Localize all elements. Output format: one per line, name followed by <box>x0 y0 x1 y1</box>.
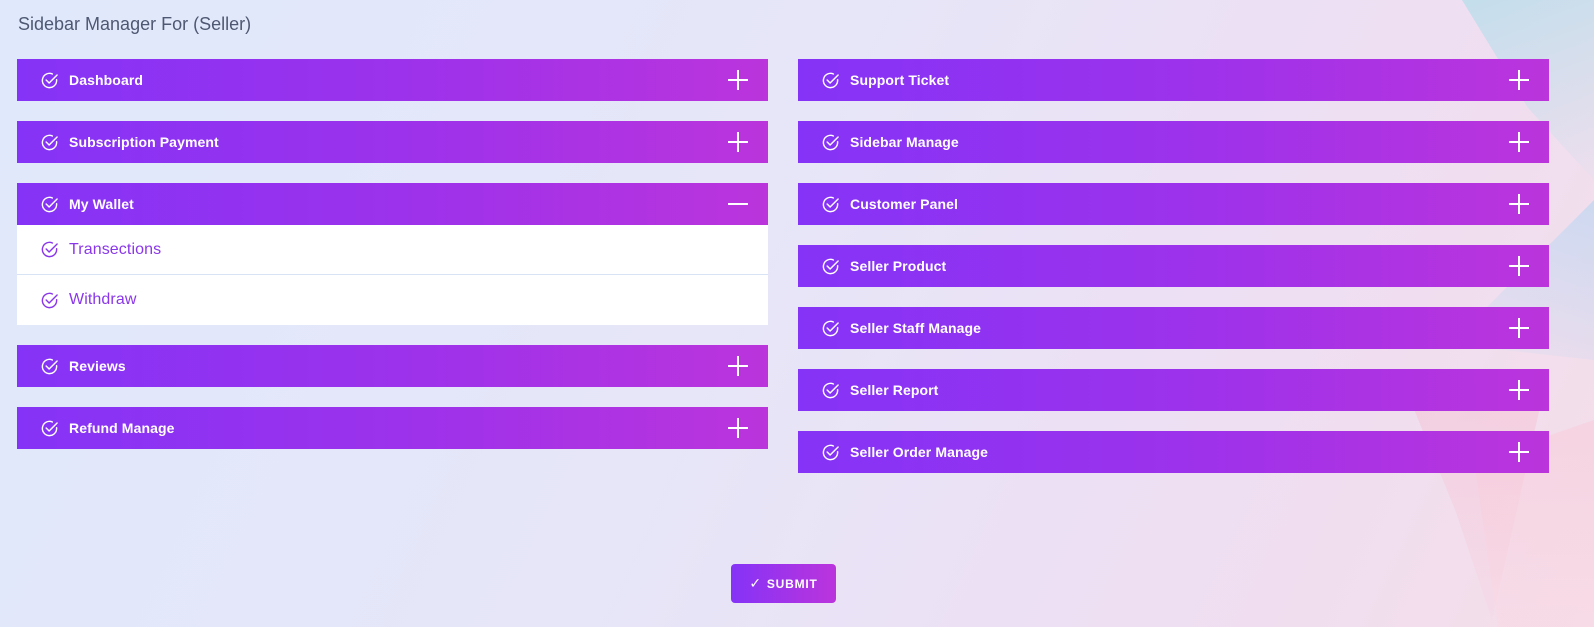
panel-seller-staff-manage: Seller Staff Manage <box>798 307 1549 349</box>
panel-label: My Wallet <box>69 196 134 212</box>
check-circle-icon[interactable] <box>821 443 840 462</box>
panel-customer-panel: Customer Panel <box>798 183 1549 225</box>
sub-item-transections[interactable]: Transections <box>17 225 768 275</box>
check-circle-icon[interactable] <box>821 71 840 90</box>
check-circle-icon[interactable] <box>40 240 59 259</box>
check-circle-icon[interactable] <box>821 257 840 276</box>
panel-header-seller-order-manage[interactable]: Seller Order Manage <box>798 431 1549 473</box>
panel-body-my-wallet: Transections Withdraw <box>17 225 768 325</box>
check-circle-icon[interactable] <box>40 419 59 438</box>
panel-seller-order-manage: Seller Order Manage <box>798 431 1549 473</box>
panel-header-dashboard[interactable]: Dashboard <box>17 59 768 101</box>
left-panel-column: Dashboard Subscription Payment My Wallet… <box>17 59 768 469</box>
check-circle-icon[interactable] <box>40 291 59 310</box>
plus-icon[interactable] <box>728 70 748 90</box>
submit-button[interactable]: ✓ SUBMIT <box>731 564 836 603</box>
submit-label: SUBMIT <box>766 576 818 591</box>
sub-item-withdraw[interactable]: Withdraw <box>17 275 768 325</box>
panel-header-seller-product[interactable]: Seller Product <box>798 245 1549 287</box>
plus-icon[interactable] <box>1509 380 1529 400</box>
check-circle-icon[interactable] <box>40 71 59 90</box>
plus-icon[interactable] <box>728 132 748 152</box>
page-title: Sidebar Manager For (Seller) <box>18 14 252 34</box>
sub-item-label: Transections <box>69 240 162 258</box>
check-circle-icon[interactable] <box>821 381 840 400</box>
minus-icon[interactable] <box>728 194 748 214</box>
panel-header-seller-report[interactable]: Seller Report <box>798 369 1549 411</box>
plus-icon[interactable] <box>728 418 748 438</box>
plus-icon[interactable] <box>1509 256 1529 276</box>
panel-seller-product: Seller Product <box>798 245 1549 287</box>
check-circle-icon[interactable] <box>40 133 59 152</box>
panel-label: Subscription Payment <box>69 134 219 150</box>
panel-header-my-wallet[interactable]: My Wallet <box>17 183 768 225</box>
panel-header-refund-manage[interactable]: Refund Manage <box>17 407 768 449</box>
plus-icon[interactable] <box>1509 70 1529 90</box>
check-circle-icon[interactable] <box>821 133 840 152</box>
panel-label: Support Ticket <box>850 72 950 88</box>
check-circle-icon[interactable] <box>40 357 59 376</box>
checkmark-icon: ✓ <box>749 575 762 591</box>
panel-sidebar-manage: Sidebar Manage <box>798 121 1549 163</box>
panel-label: Seller Order Manage <box>850 444 989 460</box>
panel-label: Sidebar Manage <box>850 134 959 150</box>
check-circle-icon[interactable] <box>821 319 840 338</box>
panel-header-sidebar-manage[interactable]: Sidebar Manage <box>798 121 1549 163</box>
panel-reviews: Reviews <box>17 345 768 387</box>
plus-icon[interactable] <box>728 356 748 376</box>
panel-label: Reviews <box>69 358 126 374</box>
panel-my-wallet: My Wallet Transections Withdraw <box>17 183 768 325</box>
panel-header-reviews[interactable]: Reviews <box>17 345 768 387</box>
sub-item-label: Withdraw <box>69 291 137 308</box>
panel-header-customer-panel[interactable]: Customer Panel <box>798 183 1549 225</box>
right-panel-column: Support Ticket Sidebar Manage Customer P… <box>798 59 1549 493</box>
panel-seller-report: Seller Report <box>798 369 1549 411</box>
plus-icon[interactable] <box>1509 132 1529 152</box>
panel-label: Customer Panel <box>850 196 958 212</box>
panel-label: Seller Product <box>850 258 947 274</box>
panel-label: Dashboard <box>69 72 144 88</box>
plus-icon[interactable] <box>1509 442 1529 462</box>
plus-icon[interactable] <box>1509 318 1529 338</box>
panel-dashboard: Dashboard <box>17 59 768 101</box>
check-circle-icon[interactable] <box>821 195 840 214</box>
panel-header-support-ticket[interactable]: Support Ticket <box>798 59 1549 101</box>
panel-label: Refund Manage <box>69 420 175 436</box>
panel-label: Seller Staff Manage <box>850 320 982 336</box>
check-circle-icon[interactable] <box>40 195 59 214</box>
panel-header-subscription-payment[interactable]: Subscription Payment <box>17 121 768 163</box>
panel-refund-manage: Refund Manage <box>17 407 768 449</box>
panel-support-ticket: Support Ticket <box>798 59 1549 101</box>
panel-header-seller-staff-manage[interactable]: Seller Staff Manage <box>798 307 1549 349</box>
panel-label: Seller Report <box>850 382 939 398</box>
panel-subscription-payment: Subscription Payment <box>17 121 768 163</box>
plus-icon[interactable] <box>1509 194 1529 214</box>
